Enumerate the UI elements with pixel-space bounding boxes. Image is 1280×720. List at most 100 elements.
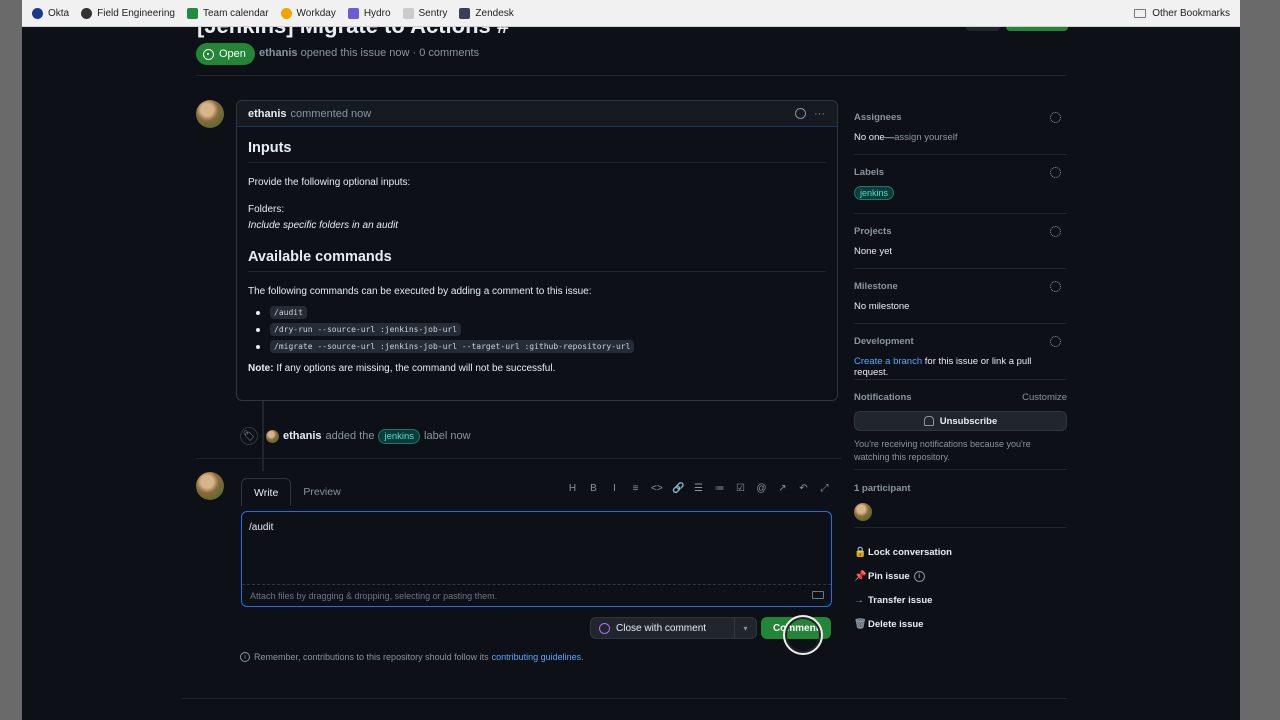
bookmark-hydro[interactable]: Hydro [347,7,391,19]
bookmark-field-engineering[interactable]: Field Engineering [81,7,175,19]
divider [182,698,1067,699]
issue-author-link[interactable]: ethanis [259,47,298,59]
mention-icon[interactable]: @ [756,483,767,494]
sheets-icon [186,7,198,19]
divider [854,527,1067,528]
list-item: /dry-run --source-url :jenkins-job-url [256,323,826,336]
github-icon [81,7,93,19]
bookmark-zendesk[interactable]: Zendesk [459,7,514,19]
reaction-icon[interactable] [795,108,806,119]
lock-icon: 🔒 [854,546,867,558]
sidebar-projects: Projects None yet [854,226,1067,257]
task-list-icon[interactable]: ☑ [735,483,746,494]
issue-open-icon [203,48,214,60]
sidebar-notifications: Notifications Customize Unsubscribe You'… [854,392,1067,462]
new-issue-button[interactable] [1006,27,1068,31]
avatar[interactable] [196,472,224,500]
reference-icon[interactable]: ↗ [777,483,788,494]
close-with-comment-button[interactable]: Close with comment ▾ [590,617,757,639]
attach-files-zone[interactable]: Attach files by dragging & dropping, sel… [242,584,831,606]
list-item: /audit [256,306,826,319]
divider [854,268,1067,269]
unsubscribe-button[interactable]: Unsubscribe [854,411,1067,431]
sentry-icon [402,7,414,19]
bell-slash-icon [923,416,934,426]
workday-icon [280,7,292,19]
tab-preview[interactable]: Preview [291,478,352,506]
ordered-list-icon[interactable]: ≔ [714,483,725,494]
edit-button[interactable] [966,27,1000,31]
code-icon[interactable]: <> [651,483,663,494]
issue-title: [Jenkins] Migrate to Actions # [197,27,509,39]
unordered-list-icon[interactable]: ☰ [693,483,704,494]
divider [854,379,1067,380]
avatar[interactable] [854,503,872,521]
event-actor-link[interactable]: ethanis [283,430,322,442]
undo-icon[interactable]: ↶ [798,483,809,494]
kebab-menu-icon[interactable]: ··· [814,108,825,120]
comment-body: Inputs Provide the following optional in… [237,127,837,387]
bold-icon[interactable]: B [588,483,599,494]
chevron-down-icon[interactable]: ▾ [734,618,756,638]
quote-icon[interactable]: ≡ [630,483,641,494]
list-item: /migrate --source-url :jenkins-job-url -… [256,340,826,353]
heading-icon[interactable]: H [567,483,578,494]
gear-icon[interactable] [1050,336,1061,347]
folder-icon [1134,9,1147,18]
bookmarks-bar: Okta Field Engineering Team calendar Wor… [22,0,1240,27]
label-jenkins[interactable]: jenkins [854,186,895,200]
create-branch-link[interactable]: Create a branch [854,356,922,367]
label-jenkins[interactable]: jenkins [378,428,421,444]
divider [854,154,1067,155]
transfer-issue-button[interactable]: → Transfer issue [854,588,1067,612]
gear-icon[interactable] [1050,112,1061,123]
contributing-guidelines-link[interactable]: contributing guidelines [492,652,582,662]
avatar[interactable] [266,429,279,443]
comment-author-link[interactable]: ethanis [248,108,287,120]
folders-label: Folders: [248,204,285,215]
link-icon[interactable]: 🔗 [672,483,684,494]
markdown-icon [812,591,824,599]
sidebar-labels: Labels jenkins [854,167,1067,201]
pin-issue-button[interactable]: 📌 Pin issue i [854,564,1067,588]
heading-commands: Available commands [248,249,826,272]
sidebar-development: Development Create a branch for this iss… [854,336,1067,378]
okta-icon [32,7,43,19]
bookmark-workday[interactable]: Workday [280,7,336,19]
gear-icon[interactable] [1050,281,1061,292]
trash-icon: 🗑 [854,618,867,630]
info-icon[interactable]: i [913,570,925,582]
bookmark-team-calendar[interactable]: Team calendar [186,7,269,19]
zendesk-icon [459,7,471,19]
issue-page: [Jenkins] Migrate to Actions # Open etha… [22,27,1240,720]
divider [196,75,1067,76]
assign-yourself-link[interactable]: assign yourself [894,132,957,143]
gear-icon[interactable] [1050,226,1061,237]
commands-intro: The following commands can be executed b… [248,286,592,297]
tab-write[interactable]: Write [241,478,292,506]
tag-icon: 🏷 [240,427,258,445]
comment-textarea[interactable]: /audit Attach files by dragging & droppi… [241,511,832,607]
contribution-note: i Remember, contributions to this reposi… [240,652,584,662]
bookmark-other[interactable]: Other Bookmarks [1134,0,1230,27]
delete-issue-button[interactable]: 🗑 Delete issue [854,612,1067,636]
provide-text: Provide the following optional inputs: [248,177,411,188]
comment-header: ethanis commented now ··· [237,101,837,127]
sidebar-actions: 🔒 Lock conversation 📌 Pin issue i → Transfer… [854,540,1067,636]
issue-meta: ethanis opened this issue now · 0 commen… [259,47,480,59]
mouse-cursor-highlight [783,615,823,655]
fullscreen-icon[interactable]: ⤢ [819,483,830,494]
bookmark-sentry[interactable]: Sentry [402,7,447,19]
sidebar-participants: 1 participant [854,483,1067,521]
sidebar-assignees: Assignees No one—assign yourself [854,112,1067,143]
italic-icon[interactable]: I [609,483,620,494]
lock-conversation-button[interactable]: 🔒 Lock conversation [854,540,1067,564]
issue-comment: ethanis commented now ··· Inputs Provide… [236,100,838,401]
divider [854,213,1067,214]
gear-icon[interactable] [1050,167,1061,178]
customize-link[interactable]: Customize [1022,392,1067,403]
note: Note: If any options are missing, the co… [248,363,556,374]
avatar[interactable] [196,100,224,128]
bookmark-okta[interactable]: Okta [32,7,69,19]
divider [854,323,1067,324]
